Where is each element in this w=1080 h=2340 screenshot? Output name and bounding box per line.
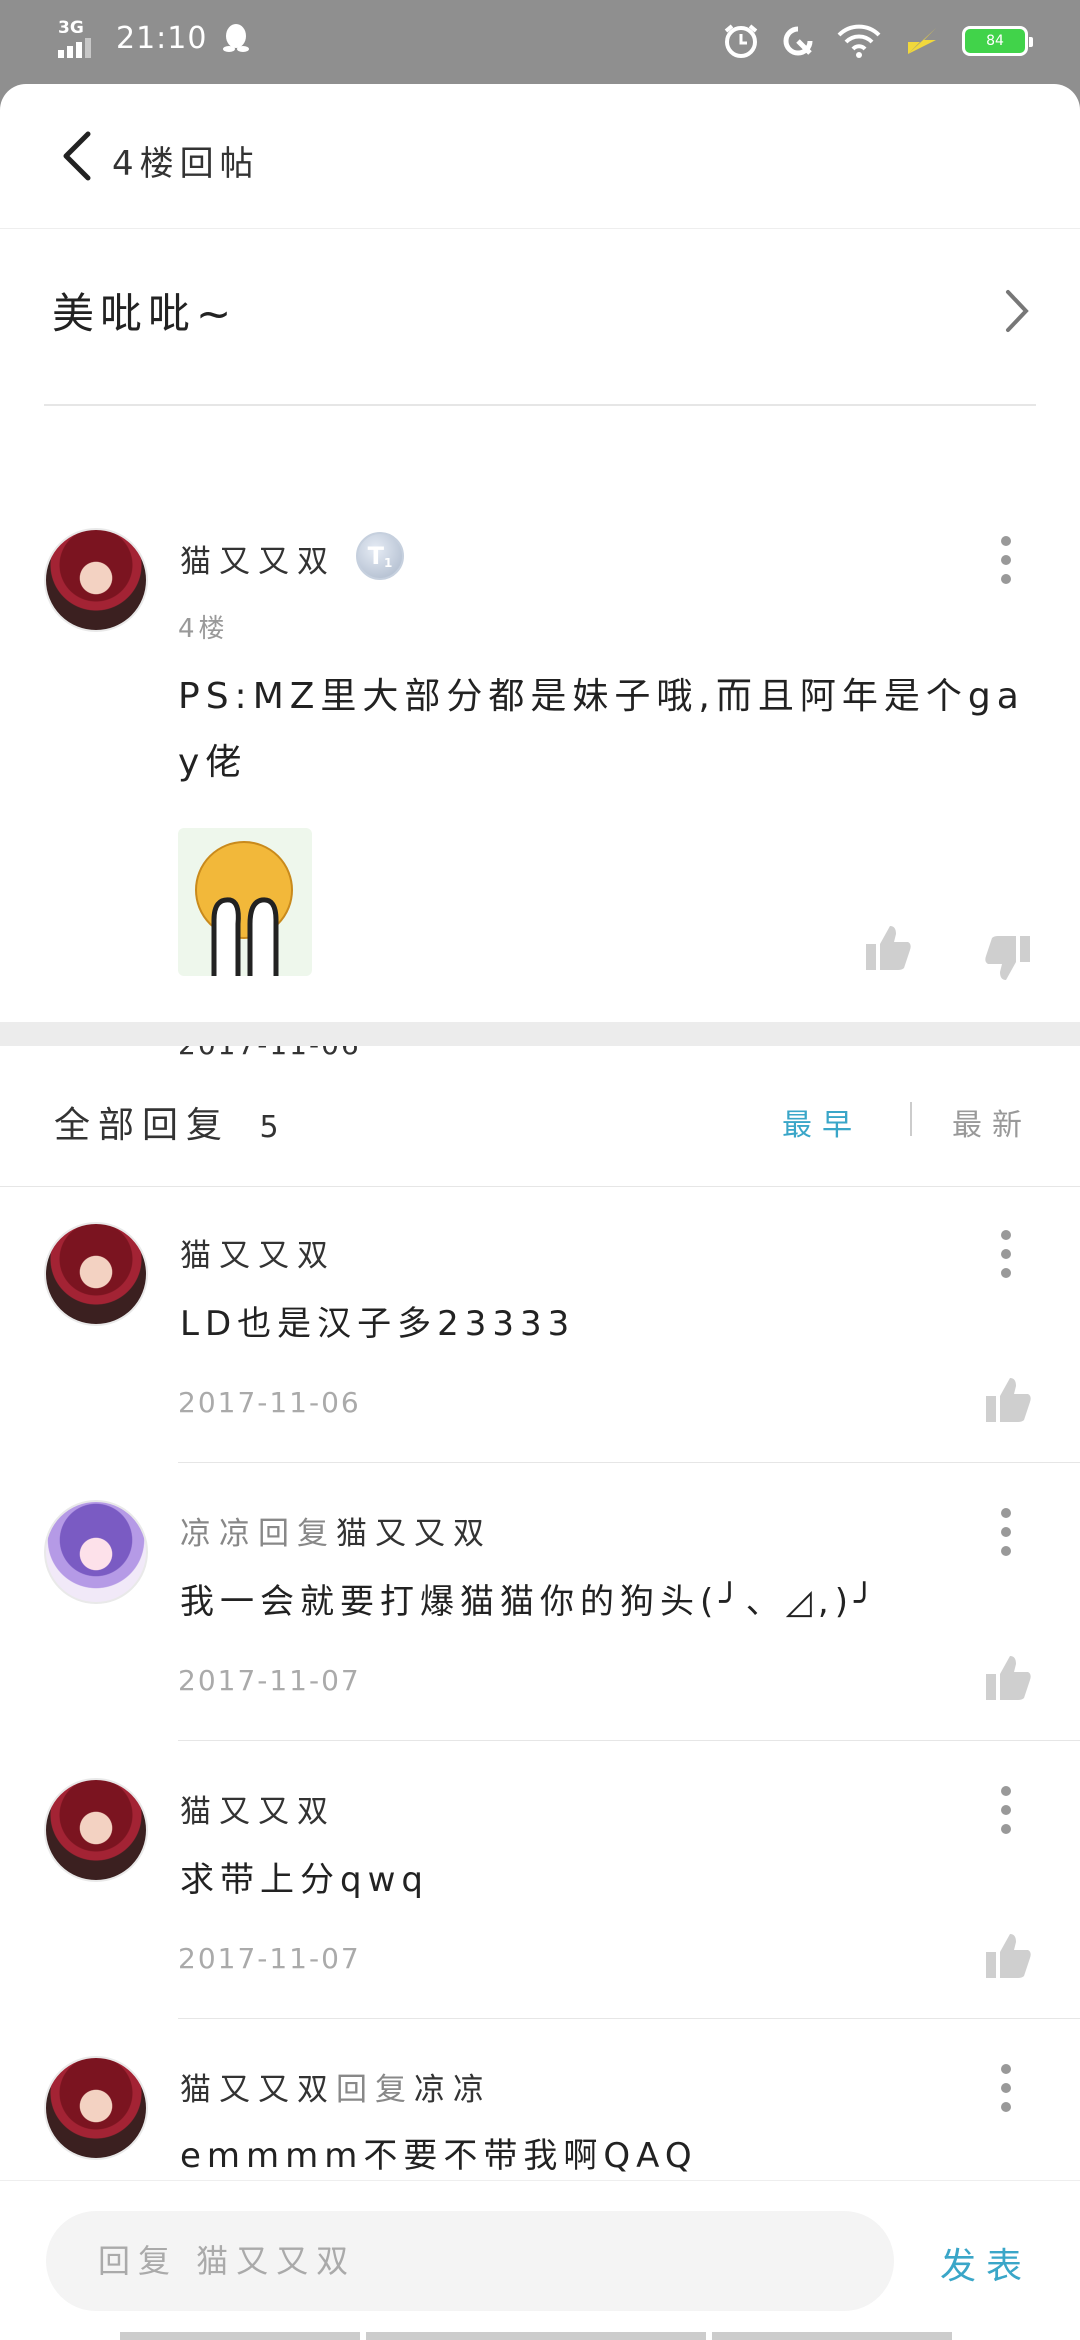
replies-title: 全部回复 5 (54, 1096, 287, 1148)
wifi-icon (837, 24, 881, 58)
reply-to-user[interactable]: 猫又又双 (336, 1516, 492, 1552)
reply-content: emmmm不要不带我啊QAQ (180, 2136, 698, 2176)
send-button[interactable]: 发表 (940, 2237, 1032, 2289)
chevron-right-icon (1006, 290, 1029, 332)
divider (178, 1740, 1080, 1741)
divider (178, 1462, 1080, 1463)
replies-title-label: 全部回复 (54, 1105, 231, 1146)
reply-author-line: 猫又又双回复凉凉 (180, 2064, 492, 2109)
reply-author-line: 凉凉回复猫又又双 (180, 1508, 492, 1553)
page-title: 4楼回帖 (112, 144, 260, 184)
charging-icon (908, 28, 936, 54)
divider (44, 404, 1036, 406)
thumbs-up-icon[interactable] (982, 1930, 1034, 1982)
reply-date: 2017-11-06 (178, 1386, 361, 1419)
more-options-icon[interactable] (1000, 1230, 1012, 1278)
more-options-icon[interactable] (1000, 2064, 1012, 2112)
qq-icon (223, 24, 250, 52)
reply-author[interactable]: 猫又又双 (180, 1230, 336, 1275)
reply-to-user[interactable]: 凉凉 (414, 2072, 492, 2108)
alarm-icon (724, 24, 758, 58)
post-content: PS:MZ里大部分都是妹子哦,而且阿年是个gay佬 (178, 676, 1025, 783)
back-arrow-icon[interactable] (58, 128, 98, 184)
reply-composer: 发表 (0, 2180, 1080, 2340)
sync-icon (783, 26, 813, 56)
navigation-bar (120, 2332, 960, 2340)
section-separator (0, 1022, 1080, 1046)
reply-count: 5 (259, 1110, 287, 1145)
thumbs-up-icon[interactable] (982, 1652, 1034, 1704)
divider (178, 2018, 1080, 2019)
reply-content: LD也是汉子多23333 (180, 1304, 576, 1344)
reply-content: 求带上分qwq (180, 1860, 429, 1900)
avatar[interactable] (44, 528, 148, 632)
avatar[interactable] (44, 2056, 148, 2160)
battery-indicator: 84 (962, 26, 1033, 56)
reply-input[interactable] (46, 2211, 894, 2311)
sort-newest-tab[interactable]: 最新 (952, 1100, 1032, 1144)
floor-label: 4楼 (178, 614, 229, 644)
reply-date: 2017-11-07 (178, 1942, 361, 1975)
avatar[interactable] (44, 1222, 148, 1326)
more-options-icon[interactable] (1000, 536, 1012, 584)
reply-to-word: 回复 (258, 1516, 336, 1552)
thumbs-down-icon[interactable] (982, 932, 1034, 984)
status-time: 21:10 (116, 20, 208, 56)
level-badge: T1 (356, 532, 404, 580)
thread-link[interactable]: 美吡吡~ (0, 228, 1080, 404)
sort-earliest-tab[interactable]: 最早 (782, 1100, 862, 1144)
reply-detail-page: 4楼回帖 美吡吡~ 猫又又双 T1 4楼 PS:MZ里大部分都是妹子哦,而且阿年… (0, 84, 1080, 2340)
status-bar: 3G 21:10 84 (0, 0, 1080, 84)
avatar[interactable] (44, 1778, 148, 1882)
reply-author[interactable]: 凉凉 (180, 1516, 258, 1552)
replies-header: 全部回复 5 最早 最新 (0, 1046, 1080, 1187)
top-bar: 4楼回帖 (0, 84, 1080, 229)
reply-content: 我一会就要打爆猫猫你的狗头(╯、◿,)╯ (180, 1582, 881, 1622)
more-options-icon[interactable] (1000, 1508, 1012, 1556)
battery-level: 84 (986, 33, 1004, 49)
thumbs-up-icon[interactable] (982, 1374, 1034, 1426)
cellular-signal-icon: 3G (58, 18, 102, 58)
thread-title: 美吡吡~ (52, 289, 238, 338)
level-badge-number: 1 (384, 556, 393, 570)
avatar[interactable] (44, 1500, 148, 1604)
emoji-image[interactable] (178, 828, 312, 976)
reply-author[interactable]: 猫又又双 (180, 2072, 336, 2108)
network-type: 3G (58, 18, 84, 38)
sort-divider (910, 1102, 912, 1136)
post-author[interactable]: 猫又又双 (180, 536, 336, 581)
covering-face-emoji-icon (195, 841, 293, 976)
level-badge-letter: T (367, 542, 384, 570)
reply-to-word: 回复 (336, 2072, 414, 2108)
more-options-icon[interactable] (1000, 1786, 1012, 1834)
reply-author[interactable]: 猫又又双 (180, 1786, 336, 1831)
thumbs-up-icon[interactable] (862, 922, 914, 974)
reply-date: 2017-11-07 (178, 1664, 361, 1697)
